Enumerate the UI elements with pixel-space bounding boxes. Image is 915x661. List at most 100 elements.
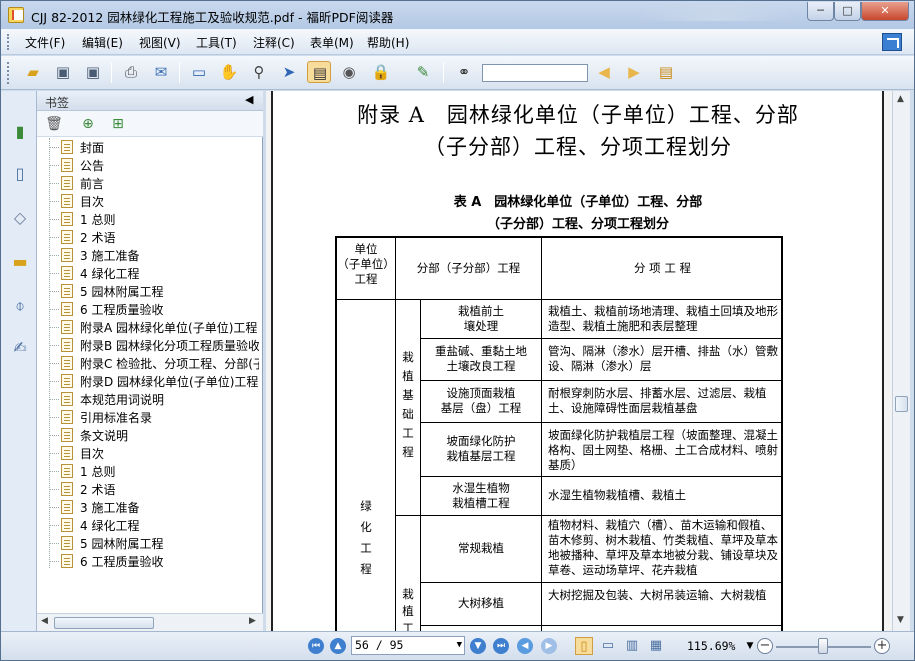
zoom-in-icon[interactable]: + xyxy=(874,638,890,654)
close-button[interactable]: ✕ xyxy=(861,2,909,21)
bookmark-item[interactable]: 目次 xyxy=(49,192,259,210)
continuous-facing-view-icon[interactable]: ▦ xyxy=(647,637,665,655)
menu-comment[interactable]: 注释(C) xyxy=(253,34,295,51)
bookmark-item[interactable]: 本规范用词说明 xyxy=(49,390,259,408)
bookmarks-hscrollbar[interactable]: ◀ ▶ xyxy=(37,613,263,631)
bookmark-page-icon xyxy=(61,230,73,244)
maximize-button[interactable]: □ xyxy=(834,2,861,21)
pages-tab-icon[interactable]: ▯ xyxy=(9,163,31,185)
monitor-icon[interactable]: ▭ xyxy=(187,61,211,83)
bookmark-label: 目次 xyxy=(80,195,105,209)
bookmark-item[interactable]: 附录B 园林绿化分项工程质量验收 xyxy=(49,336,259,354)
fullscreen-icon[interactable] xyxy=(882,33,902,51)
rms-lock-icon[interactable]: 🔒 xyxy=(369,61,393,83)
facing-view-icon[interactable]: ▥ xyxy=(623,637,641,655)
menu-form[interactable]: 表单(M) xyxy=(310,34,354,51)
document-vscrollbar[interactable]: ▲ ▼ xyxy=(892,91,910,631)
menu-edit[interactable]: 编辑(E) xyxy=(82,34,123,51)
items-cell: 栽植土、栽植前场地清理、栽植土回填及地形造型、栽植土施肥和表层整理 xyxy=(548,304,778,333)
bookmark-label: 附录A 园林绿化单位(子单位)工程 xyxy=(80,321,258,335)
zoom-glass-icon[interactable]: ⚲ xyxy=(247,61,271,83)
add-bookmark-icon[interactable]: ⊕ xyxy=(79,115,97,133)
table-hline xyxy=(421,422,783,423)
search-input[interactable] xyxy=(482,64,588,82)
layers-tab-icon[interactable]: ◇ xyxy=(9,207,31,229)
menu-file[interactable]: 文件(F) xyxy=(25,34,65,51)
last-page-icon[interactable]: ⏭ xyxy=(493,638,509,654)
zoom-slider-thumb[interactable] xyxy=(818,638,828,654)
bookmark-item[interactable]: 附录A 园林绿化单位(子单位)工程 xyxy=(49,318,259,336)
save-icon[interactable]: ▣ xyxy=(51,61,75,83)
bookmark-item[interactable]: 引用标准名录 xyxy=(49,408,259,426)
minimize-button[interactable]: ─ xyxy=(807,2,834,21)
comments-tab-icon[interactable]: ▬ xyxy=(9,251,31,273)
go-forward-icon[interactable]: ▶ xyxy=(541,638,557,654)
text-select-icon[interactable]: ▤ xyxy=(307,61,331,83)
print-icon[interactable]: ⎙ xyxy=(119,61,143,83)
snapshot-camera-icon[interactable]: ◉ xyxy=(337,61,361,83)
menu-help[interactable]: 帮助(H) xyxy=(367,34,409,51)
bookmark-item[interactable]: 公告 xyxy=(49,156,259,174)
vscroll-thumb[interactable] xyxy=(895,396,908,412)
bookmark-item[interactable]: 3 施工准备 xyxy=(49,246,259,264)
bookmark-item[interactable]: 4 绿化工程 xyxy=(49,516,259,534)
tree-connector xyxy=(49,453,59,454)
hscroll-thumb[interactable] xyxy=(54,617,154,629)
scroll-left-icon[interactable]: ◀ xyxy=(41,616,48,626)
signatures-tab-icon[interactable]: ✍ xyxy=(9,337,31,359)
binoculars-icon[interactable]: ⚭ xyxy=(452,61,476,83)
bookmark-item[interactable]: 3 施工准备 xyxy=(49,498,259,516)
bookmark-item[interactable]: 4 绿化工程 xyxy=(49,264,259,282)
document-view[interactable]: 附录 A 园林绿化单位（子单位）工程、分部 （子分部）工程、分项工程划分 表 A… xyxy=(266,91,892,631)
bookmark-item[interactable]: 条文说明 xyxy=(49,426,259,444)
bookmark-label: 1 总则 xyxy=(80,213,116,227)
select-pointer-icon[interactable]: ➤ xyxy=(277,61,301,83)
tree-connector xyxy=(49,309,59,310)
bookmark-item[interactable]: 6 工程质量验收 xyxy=(49,300,259,318)
single-page-view-icon[interactable]: ▯ xyxy=(575,637,593,655)
bookmark-item[interactable]: 1 总则 xyxy=(49,210,259,228)
bookmark-item[interactable]: 附录D 园林绿化单位(子单位)工程 xyxy=(49,372,259,390)
save-as-icon[interactable]: ▣ xyxy=(81,61,105,83)
bookmark-item[interactable]: 5 园林附属工程 xyxy=(49,282,259,300)
scroll-down-icon[interactable]: ▼ xyxy=(897,615,904,625)
page-number-input[interactable]: 56 / 95 ▼ xyxy=(351,636,465,655)
bookmark-item[interactable]: 1 总则 xyxy=(49,462,259,480)
bookmark-item[interactable]: 2 术语 xyxy=(49,228,259,246)
attachments-paperclip-icon[interactable]: ⌽ xyxy=(9,295,31,317)
email-icon[interactable]: ✉ xyxy=(149,61,173,83)
hand-tool-icon[interactable]: ✋ xyxy=(217,61,241,83)
table-caption-line2: （子分部）工程、分项工程划分 xyxy=(486,217,669,232)
sign-pen-icon[interactable]: ✎ xyxy=(411,61,435,83)
scroll-right-icon[interactable]: ▶ xyxy=(249,616,256,626)
find-previous-icon[interactable]: ◀ xyxy=(592,61,616,83)
scroll-up-icon[interactable]: ▲ xyxy=(897,94,904,104)
search-options-icon[interactable]: ▤ xyxy=(654,61,678,83)
page-dropdown-icon[interactable]: ▼ xyxy=(457,637,462,654)
bookmark-item[interactable]: 6 工程质量验收 xyxy=(49,552,259,570)
go-back-icon[interactable]: ◀ xyxy=(517,638,533,654)
find-next-icon[interactable]: ▶ xyxy=(622,61,646,83)
bookmark-item[interactable]: 前言 xyxy=(49,174,259,192)
continuous-view-icon[interactable]: ▭ xyxy=(599,637,617,655)
bookmark-item[interactable]: 目次 xyxy=(49,444,259,462)
bookmark-label: 2 术语 xyxy=(80,231,116,245)
bookmark-item[interactable]: 5 园林附属工程 xyxy=(49,534,259,552)
first-page-icon[interactable]: ⏮ xyxy=(308,638,324,654)
menu-tools[interactable]: 工具(T) xyxy=(196,34,237,51)
next-page-icon[interactable]: ▼ xyxy=(470,638,486,654)
bookmark-item[interactable]: 附录C 检验批、分项工程、分部(子 xyxy=(49,354,259,372)
bookmark-item[interactable]: 2 术语 xyxy=(49,480,259,498)
bookmark-item[interactable]: 封面 xyxy=(49,138,259,156)
zoom-level[interactable]: 115.69% xyxy=(687,639,735,653)
delete-bookmark-trash-icon[interactable]: 🗑 xyxy=(45,115,63,133)
open-folder-icon[interactable]: ▰ xyxy=(21,61,45,83)
collapse-panel-icon[interactable]: ◀ xyxy=(245,93,253,106)
bookmarks-tab-icon[interactable]: ▮ xyxy=(9,121,31,143)
previous-page-icon[interactable]: ▲ xyxy=(330,638,346,654)
bookmark-label: 4 绿化工程 xyxy=(80,519,140,533)
foxit-app-icon xyxy=(8,7,24,23)
zoom-out-icon[interactable]: − xyxy=(757,638,773,654)
add-child-bookmark-icon[interactable]: ⊞ xyxy=(109,115,127,133)
menu-view[interactable]: 视图(V) xyxy=(139,34,181,51)
